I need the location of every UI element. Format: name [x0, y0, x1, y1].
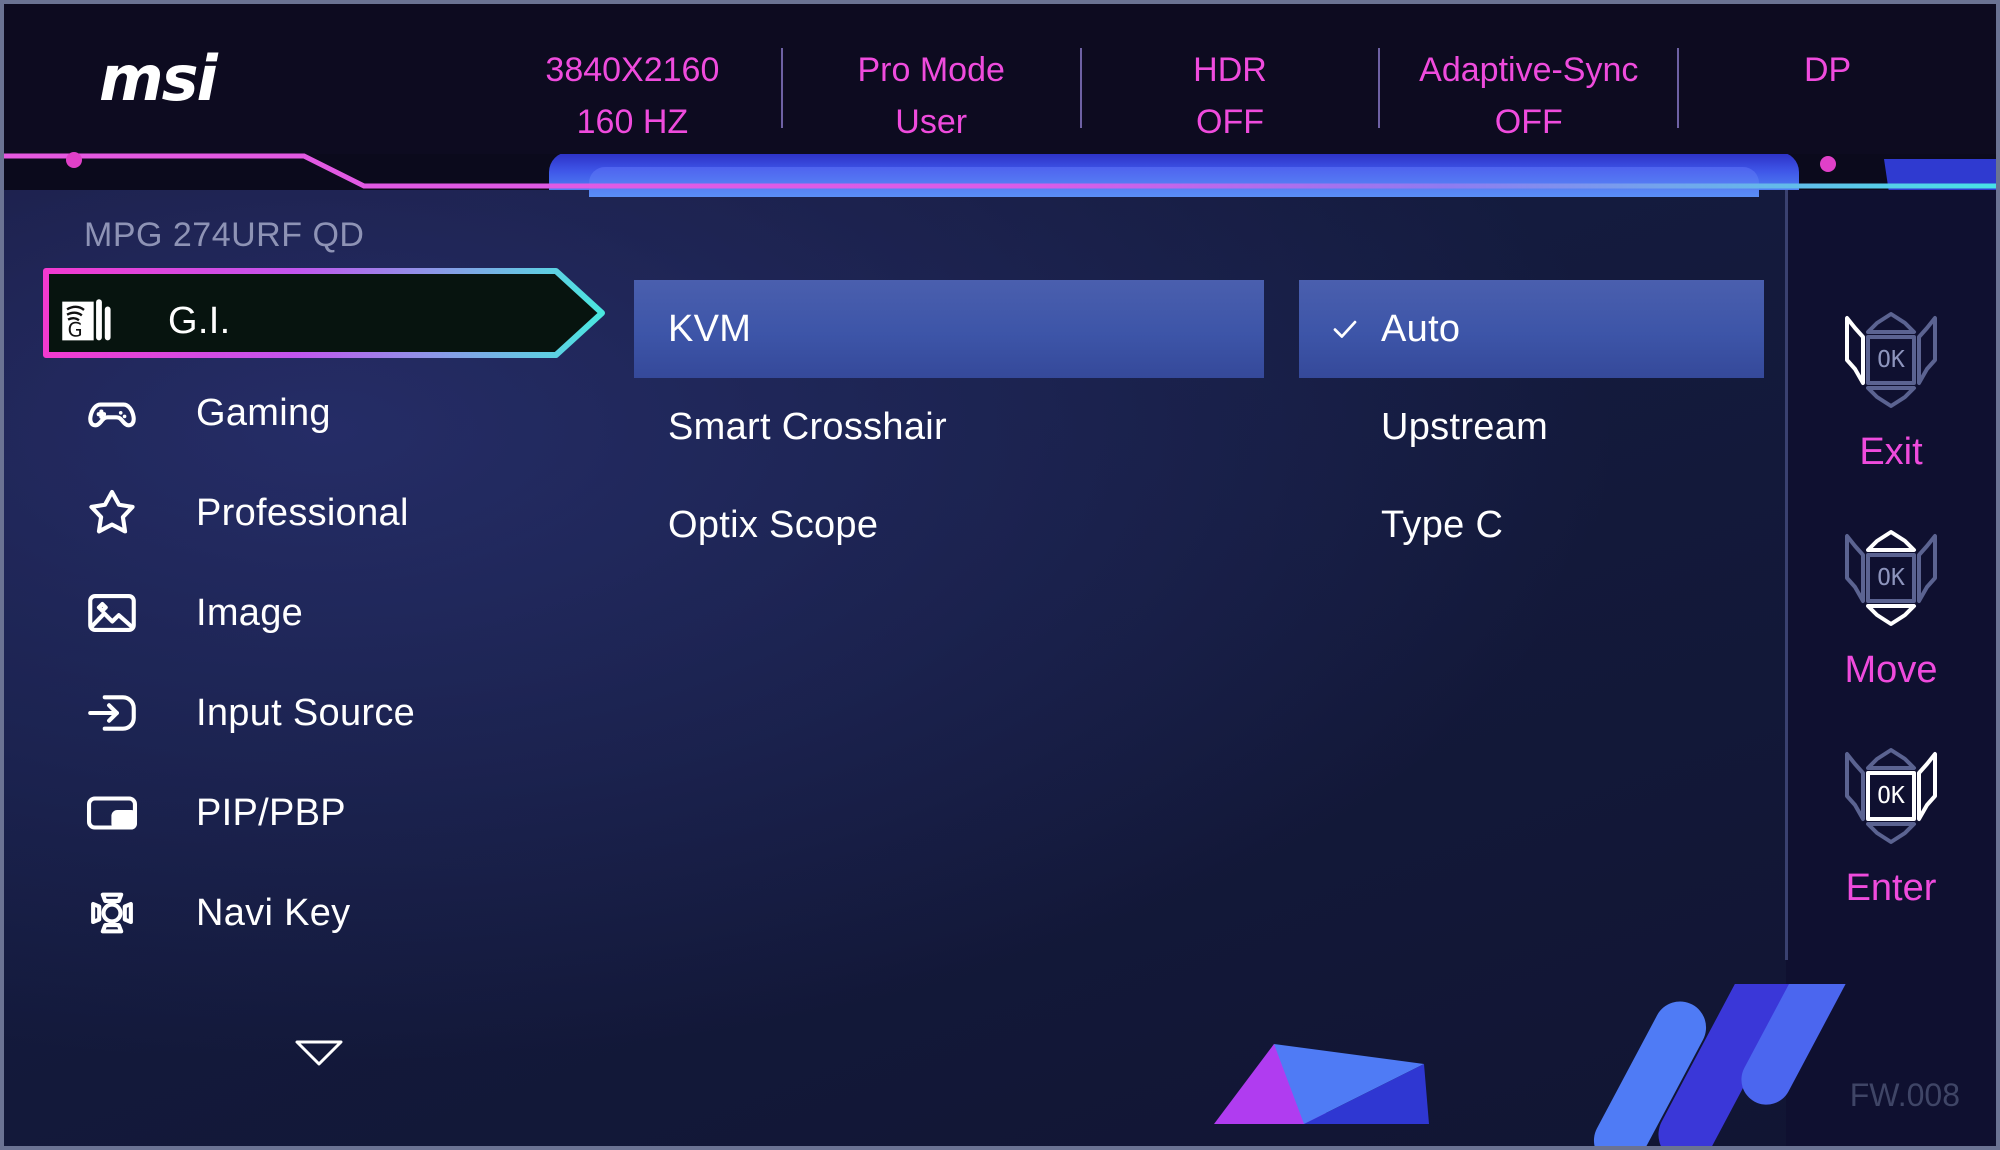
gaming-intelligence-icon: G: [48, 292, 120, 350]
joystick-left-icon: OK: [1845, 312, 1937, 408]
submenu-item-label: Smart Crosshair: [668, 405, 947, 448]
check-icon: [1327, 314, 1381, 344]
joystick-updown-icon: OK: [1845, 530, 1937, 626]
sidebar-item-gaming[interactable]: Gaming: [4, 374, 624, 452]
options-column: Auto Upstream Type C: [1299, 280, 1764, 574]
joystick-enter-icon: OK: [1845, 748, 1937, 844]
submenu-item-label: KVM: [668, 307, 752, 350]
option-item-label: Type C: [1381, 503, 1504, 546]
status-line-1: Pro Mode: [857, 51, 1005, 89]
monitor-model-name: MPG 274URF QD: [84, 216, 365, 254]
sidebar-item-label: Professional: [196, 491, 409, 534]
status-line-1: HDR: [1193, 51, 1267, 89]
status-item-hdr: HDR OFF: [1082, 44, 1379, 148]
nav-hint-move[interactable]: OK Move: [1786, 522, 1996, 692]
option-item-label: Upstream: [1381, 405, 1549, 448]
sidebar-item-label: Image: [196, 591, 304, 634]
status-line-1: DP: [1803, 51, 1852, 89]
status-item-pro-mode: Pro Mode User: [783, 44, 1080, 148]
sidebar-item-label: Navi Key: [196, 891, 351, 934]
svg-text:OK: OK: [1877, 347, 1905, 373]
sidebar-item-gi[interactable]: G G.I.: [4, 268, 624, 368]
submenu-item-optix-scope[interactable]: Optix Scope: [634, 476, 1264, 574]
navigation-hints: OK Exit OK Move OK Enter: [1786, 304, 1996, 958]
sidebar-item-image[interactable]: Image: [4, 574, 624, 652]
status-item-resolution: 3840X2160 160 HZ: [484, 44, 781, 148]
option-item-type-c[interactable]: Type C: [1299, 476, 1764, 574]
svg-text:G: G: [68, 318, 83, 341]
deco-dot: [1820, 156, 1836, 172]
firmware-version: FW.008: [1849, 1077, 1960, 1113]
header-divider-line: [4, 153, 1996, 189]
chevron-down-icon[interactable]: [292, 1034, 346, 1075]
status-header: msi 3840X2160 160 HZ Pro Mode User HDR O…: [4, 4, 1996, 154]
sidebar-item-label: G.I.: [168, 299, 231, 342]
nav-hint-label: Exit: [1859, 431, 1923, 473]
osd-screen: msi 3840X2160 160 HZ Pro Mode User HDR O…: [0, 0, 2000, 1150]
option-item-label: Auto: [1381, 307, 1461, 350]
option-item-upstream[interactable]: Upstream: [1299, 378, 1764, 476]
input-arrow-icon: [76, 684, 148, 742]
sidebar-menu: G G.I. Gaming Professional Image Input S…: [4, 268, 624, 974]
star-icon: [76, 484, 148, 542]
submenu-column: KVM Smart Crosshair Optix Scope: [634, 280, 1264, 574]
nav-hint-label: Enter: [1845, 867, 1937, 909]
sidebar-item-label: PIP/PBP: [196, 791, 346, 834]
status-items: 3840X2160 160 HZ Pro Mode User HDR OFF A…: [484, 44, 1976, 148]
sidebar-item-label: Gaming: [196, 391, 331, 434]
deco-dot: [66, 152, 82, 168]
status-item-input: DP: [1679, 44, 1976, 96]
status-item-adaptive-sync: Adaptive-Sync OFF: [1380, 44, 1677, 148]
submenu-item-smart-crosshair[interactable]: Smart Crosshair: [634, 378, 1264, 476]
nav-hint-enter[interactable]: OK Enter: [1786, 740, 1996, 910]
submenu-item-label: Optix Scope: [668, 503, 879, 546]
sidebar-item-label: Input Source: [196, 691, 416, 734]
submenu-item-kvm[interactable]: KVM: [634, 280, 1264, 378]
svg-text:OK: OK: [1877, 783, 1905, 809]
nav-hint-exit[interactable]: OK Exit: [1786, 304, 1996, 474]
sidebar-item-pip-pbp[interactable]: PIP/PBP: [4, 774, 624, 852]
nav-hint-label: Move: [1844, 649, 1938, 691]
svg-text:OK: OK: [1877, 565, 1905, 591]
gamepad-icon: [76, 384, 148, 442]
pip-pbp-icon: [76, 784, 148, 842]
picture-icon: [76, 584, 148, 642]
option-item-auto[interactable]: Auto: [1299, 280, 1764, 378]
dpad-icon: [76, 884, 148, 942]
sidebar-item-navi-key[interactable]: Navi Key: [4, 874, 624, 952]
sidebar-item-input-source[interactable]: Input Source: [4, 674, 624, 752]
msi-logo: msi: [99, 42, 218, 115]
status-line-1: Adaptive-Sync: [1419, 51, 1639, 89]
status-line-1: 3840X2160: [545, 51, 720, 89]
sidebar-item-professional[interactable]: Professional: [4, 474, 624, 552]
